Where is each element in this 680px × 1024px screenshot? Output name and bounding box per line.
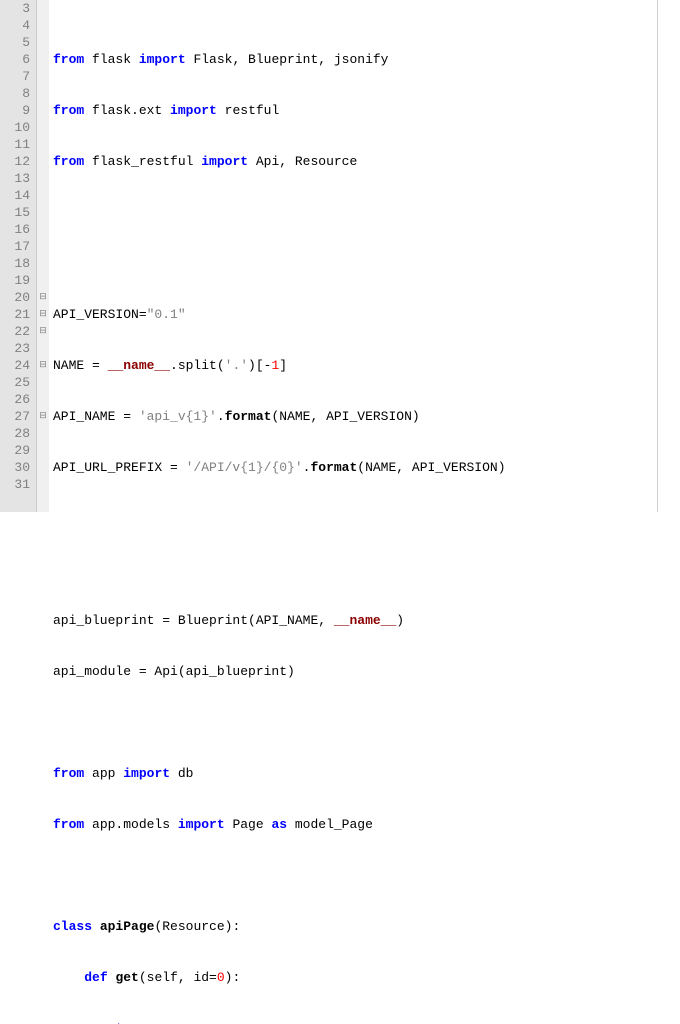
fold-gutter[interactable]: ⊟⊟⊟⊟⊟ <box>37 0 49 512</box>
code-editor[interactable]: 3456789101112131415161718192021222324252… <box>0 0 680 512</box>
line-number-gutter: 3456789101112131415161718192021222324252… <box>0 0 37 512</box>
print-margin <box>657 0 658 512</box>
code-area[interactable]: from flask import Flask, Blueprint, json… <box>49 0 680 512</box>
